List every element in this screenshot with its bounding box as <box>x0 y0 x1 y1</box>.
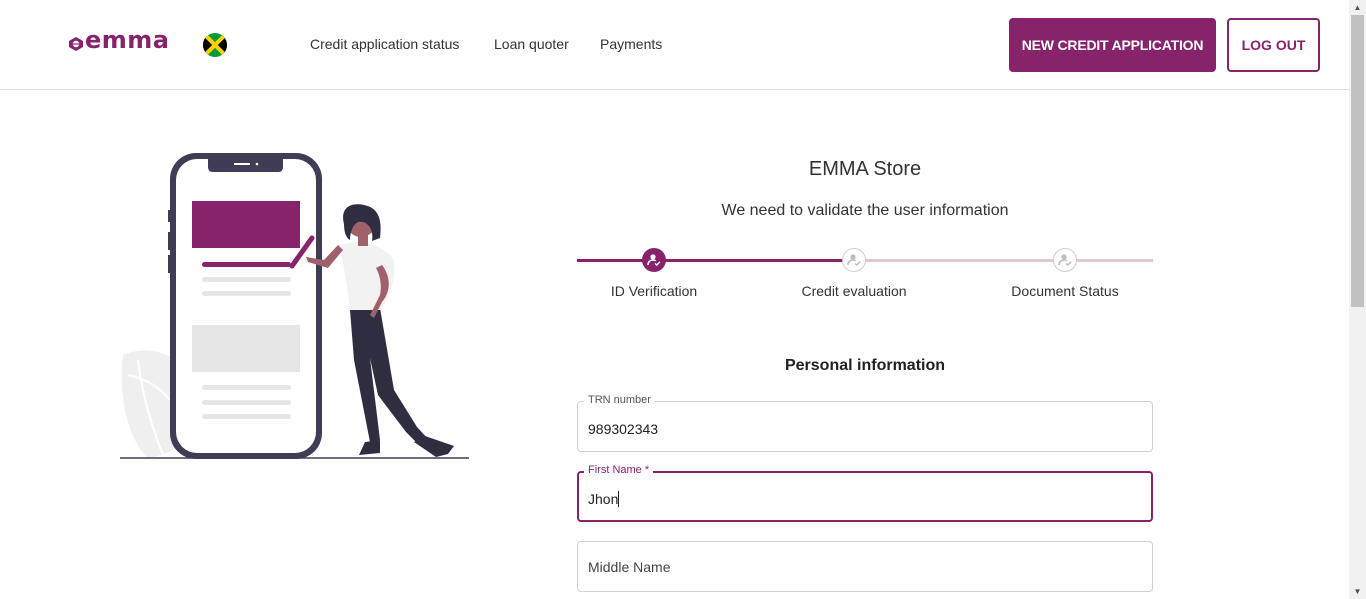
trn-number-value[interactable]: 989302343 <box>588 421 658 437</box>
scroll-up-arrow-icon[interactable]: ▲ <box>1349 0 1366 15</box>
jamaica-flag-icon <box>203 33 227 57</box>
middle-name-placeholder: Middle Name <box>588 559 671 575</box>
first-name-label-text: First Name <box>588 464 642 476</box>
step-label-id-verification: ID Verification <box>610 283 698 299</box>
step-credit-evaluation-icon <box>842 248 866 272</box>
logout-button[interactable]: LOG OUT <box>1227 18 1320 72</box>
scroll-down-arrow-icon[interactable]: ▼ <box>1349 584 1366 599</box>
logo-wordmark: emma <box>85 26 170 54</box>
personal-information-heading: Personal information <box>784 357 946 374</box>
required-mark: * <box>644 464 650 476</box>
trn-number-label: TRN number <box>584 394 655 406</box>
first-name-text: Jhon <box>588 491 619 507</box>
step-label-credit-evaluation: Credit evaluation <box>801 283 907 299</box>
first-name-field[interactable]: First Name * Jhon <box>577 464 1153 522</box>
nav-payments[interactable]: Payments <box>600 36 662 52</box>
step-document-status-icon <box>1053 248 1077 272</box>
user-check-icon <box>847 254 861 266</box>
step-line-pending <box>843 259 1153 262</box>
user-check-icon <box>1058 254 1072 266</box>
step-line-complete <box>577 259 843 262</box>
nav-credit-application-status[interactable]: Credit application status <box>310 36 459 52</box>
step-id-verification-icon <box>642 248 666 272</box>
middle-name-field[interactable]: Middle Name <box>577 541 1153 592</box>
step-label-document-status: Document Status <box>1011 283 1119 299</box>
text-caret <box>618 491 620 507</box>
scroll-thumb[interactable] <box>1351 15 1364 307</box>
vertical-scrollbar[interactable]: ▲ ▼ <box>1349 0 1366 599</box>
first-name-value[interactable]: Jhon <box>588 491 620 507</box>
nav-loan-quoter[interactable]: Loan quoter <box>494 36 569 52</box>
user-check-icon <box>647 254 661 266</box>
progress-stepper: ID Verification Credit evaluation Docume… <box>577 247 1153 307</box>
store-title: EMMA Store <box>808 158 922 180</box>
new-credit-application-button[interactable]: NEW CREDIT APPLICATION <box>1009 18 1216 72</box>
validation-subtitle: We need to validate the user information <box>721 202 1009 219</box>
top-header: emma Credit application status Loan quot… <box>0 0 1349 90</box>
phone-woman-illustration <box>118 150 473 467</box>
trn-number-field[interactable]: TRN number 989302343 <box>577 394 1153 452</box>
first-name-label: First Name * <box>584 464 654 476</box>
emma-logo-icon <box>69 37 83 51</box>
